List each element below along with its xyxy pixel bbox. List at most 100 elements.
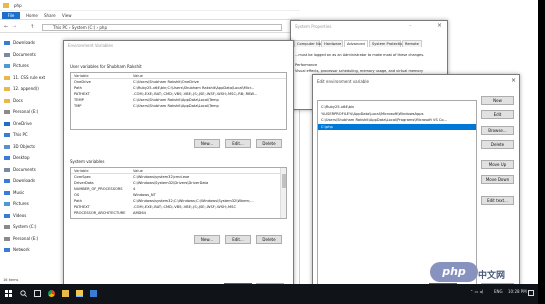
browse-button[interactable]: Browse... bbox=[481, 126, 514, 135]
nav-item[interactable]: This PC bbox=[4, 130, 60, 139]
documents-icon bbox=[4, 167, 10, 172]
app-taskbar-icon[interactable] bbox=[90, 290, 97, 297]
folder-icon bbox=[3, 3, 9, 8]
ribbon-tab-file[interactable]: File bbox=[2, 12, 20, 19]
environment-variables-dialog: Environment Variables User variables for… bbox=[63, 40, 294, 298]
nav-item-label: Downloads bbox=[13, 178, 35, 183]
nav-item[interactable]: Personal (E:) bbox=[4, 107, 60, 116]
list-item[interactable]: C:\Ruby25-x64\bin bbox=[318, 104, 476, 110]
nav-item[interactable]: Network bbox=[4, 245, 60, 254]
system-vars-scrollbar[interactable] bbox=[280, 168, 286, 218]
folder-icon bbox=[4, 75, 10, 80]
system-edit-button[interactable]: Edit... bbox=[225, 235, 251, 244]
back-arrow-icon[interactable]: ← bbox=[4, 24, 8, 30]
value-cell: C:\Users\Shubham Rakshit\AppData\Local\T… bbox=[133, 104, 219, 108]
explorer-taskbar-icon[interactable] bbox=[76, 290, 83, 297]
navigation-pane: Downloads Documents Pictures 11. CSS rule e… bbox=[0, 38, 60, 278]
user-variables-list[interactable]: Variable Value OneDrive C:\Users\Shubham Ra… bbox=[70, 72, 287, 130]
nav-item[interactable]: 12. append() bbox=[4, 84, 60, 93]
table-row[interactable]: PROCESSOR_ARCHITECTURE AMD64 bbox=[71, 210, 286, 216]
nav-item-label: Desktop bbox=[13, 155, 30, 160]
task-view-icon[interactable] bbox=[34, 290, 41, 297]
delete-entry-button[interactable]: Delete bbox=[481, 140, 514, 149]
language-indicator[interactable]: ENG bbox=[494, 289, 503, 294]
screen-bezel bbox=[538, 0, 545, 304]
move-down-button[interactable]: Move Down bbox=[481, 175, 514, 184]
tab-computer-name[interactable]: Computer Name bbox=[294, 40, 327, 47]
nav-item[interactable]: Docs bbox=[4, 96, 60, 105]
nav-item-label: Music bbox=[13, 189, 25, 195]
desktop-icon bbox=[4, 156, 10, 160]
nav-item[interactable]: Documents bbox=[4, 165, 60, 174]
network-icon bbox=[4, 248, 10, 252]
close-icon[interactable]: × bbox=[511, 77, 516, 84]
chrome-icon[interactable] bbox=[48, 290, 55, 297]
system-new-button[interactable]: New... bbox=[194, 235, 220, 244]
move-up-button[interactable]: Move Up bbox=[481, 160, 514, 169]
edit-entry-button[interactable]: Edit bbox=[481, 110, 514, 119]
video-icon bbox=[4, 213, 10, 218]
folder-icon[interactable] bbox=[62, 290, 69, 297]
nav-item[interactable]: Music bbox=[4, 188, 60, 197]
user-delete-button[interactable]: Delete bbox=[256, 139, 282, 148]
cube-icon bbox=[4, 144, 10, 149]
scrollbar-thumb[interactable] bbox=[282, 174, 286, 188]
taskbar-clock[interactable]: 10:28 PM bbox=[508, 289, 527, 294]
php-logo: php bbox=[430, 262, 478, 282]
close-icon[interactable]: × bbox=[437, 22, 442, 29]
variable-cell: PROCESSOR_ARCHITECTURE bbox=[74, 211, 126, 215]
drive-icon bbox=[4, 236, 10, 241]
nav-item[interactable]: Downloads bbox=[4, 176, 60, 185]
edit-dialog-title: Edit environment variable bbox=[317, 79, 369, 84]
windows-start-icon[interactable] bbox=[5, 290, 12, 297]
address-bar[interactable]: This PC › System (C:) › php bbox=[42, 24, 282, 31]
edit-text-button[interactable]: Edit text... bbox=[481, 196, 514, 205]
ribbon-tab-view[interactable]: View bbox=[62, 12, 72, 19]
nav-item[interactable]: Videos bbox=[4, 211, 60, 220]
notification-icon[interactable] bbox=[528, 290, 534, 296]
forward-arrow-icon[interactable]: → bbox=[12, 24, 16, 30]
cloud-icon bbox=[4, 121, 10, 126]
folder-icon bbox=[4, 87, 10, 91]
table-row[interactable]: TMP C:\Users\Shubham Rakshit\AppData\Loca… bbox=[71, 103, 286, 109]
nav-item[interactable]: System (C:) bbox=[4, 222, 60, 231]
nav-item-label: Downloads bbox=[13, 40, 35, 45]
system-tray-icons[interactable]: ⌃ ▭ ◂) bbox=[470, 289, 483, 294]
tab-advanced[interactable]: Advanced bbox=[344, 40, 368, 47]
nav-item[interactable]: Personal (E:) bbox=[4, 234, 60, 243]
system-delete-button[interactable]: Delete bbox=[256, 235, 282, 244]
tab-remote[interactable]: Remote bbox=[402, 40, 422, 47]
system-variables-list[interactable]: Variable Value ComSpec C:\Windows\system32… bbox=[70, 167, 287, 219]
nav-item[interactable]: OneDrive bbox=[4, 119, 60, 128]
tab-hardware[interactable]: Hardware bbox=[321, 40, 343, 47]
nav-item-label: Pictures bbox=[13, 201, 29, 206]
nav-item[interactable]: Pictures bbox=[4, 199, 60, 208]
edit-environment-variable-dialog: Edit environment variable × C:\Ruby25-x6… bbox=[312, 74, 520, 298]
sysprop-performance-label: Performance bbox=[295, 63, 318, 67]
user-edit-button[interactable]: Edit... bbox=[225, 139, 251, 148]
minimize-icon[interactable]: – bbox=[409, 23, 412, 29]
nav-item[interactable]: Pictures bbox=[4, 61, 60, 70]
search-icon[interactable] bbox=[20, 290, 27, 297]
nav-item[interactable]: Downloads bbox=[4, 38, 60, 47]
list-item[interactable]: C:\Users\Shubham Rakshit\AppData\Local\P… bbox=[318, 117, 476, 123]
list-item[interactable]: %USERPROFILE%\AppData\Local\Microsoft\Wi… bbox=[318, 111, 476, 117]
list-item[interactable]: C:\php bbox=[318, 123, 476, 130]
nav-item-label: Documents bbox=[13, 166, 36, 172]
nav-item[interactable]: 3D Objects bbox=[4, 142, 60, 151]
nav-item-label: System (C:) bbox=[13, 224, 37, 229]
ribbon-tab-home[interactable]: Home bbox=[26, 12, 38, 19]
nav-item-label: Pictures bbox=[13, 63, 29, 68]
user-vars-label: User variables for Shubham Rakshit bbox=[70, 64, 142, 69]
download-icon bbox=[4, 179, 10, 183]
user-new-button[interactable]: New... bbox=[194, 139, 220, 148]
nav-item[interactable]: 11. CSS rule ext bbox=[4, 73, 60, 82]
up-arrow-icon[interactable]: ↑ bbox=[30, 24, 34, 30]
nav-item[interactable]: Documents bbox=[4, 50, 60, 59]
new-entry-button[interactable]: New bbox=[481, 96, 514, 105]
tab-system-protection[interactable]: System Protection bbox=[369, 40, 405, 47]
nav-item[interactable]: Desktop bbox=[4, 153, 60, 162]
nav-item-label: Personal (E:) bbox=[13, 109, 39, 114]
explorer-title: php bbox=[14, 3, 22, 8]
ribbon-tab-share[interactable]: Share bbox=[44, 12, 56, 19]
